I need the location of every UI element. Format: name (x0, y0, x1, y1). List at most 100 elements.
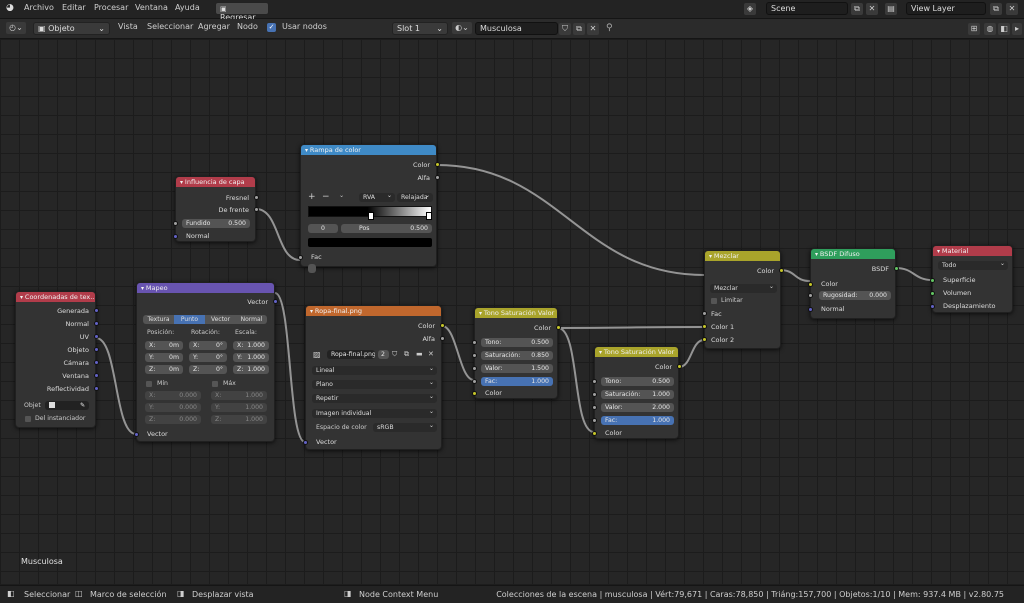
socket-reflectividad[interactable] (94, 386, 99, 391)
node-hue-saturation-2[interactable]: Tono Saturación Valor Color Tono: 0.500 S… (592, 346, 682, 439)
min-checkbox[interactable] (146, 381, 152, 387)
open-folder-icon[interactable]: ▬ (416, 350, 423, 358)
socket-color1-in[interactable] (702, 324, 707, 329)
node-header[interactable]: Mapeo (137, 283, 274, 293)
socket-objeto[interactable] (94, 347, 99, 352)
saturation-field[interactable]: Saturación: 0.850 (481, 351, 553, 360)
blend-type-dropdown[interactable]: Mezclar (710, 284, 777, 293)
interpolation-dropdown[interactable]: Relajada (397, 193, 433, 202)
socket-value-in[interactable] (592, 405, 597, 410)
socket-ventana[interactable] (94, 373, 99, 378)
scene-icon[interactable]: ◈ (744, 3, 756, 15)
position-z-field[interactable]: Z: 0m (145, 365, 183, 374)
slot-dropdown[interactable]: Slot 1 ⌄ (392, 22, 448, 35)
more-icon[interactable]: ▸ (1012, 23, 1022, 35)
overlay-icon[interactable]: ◍ (984, 23, 996, 35)
blend-field[interactable]: Fundido 0.500 (182, 219, 250, 228)
new-view-layer-icon[interactable]: ⧉ (990, 3, 1002, 15)
fake-user-shield-icon[interactable]: ⛉ (559, 23, 571, 35)
position-y-field[interactable]: Y: 0m (145, 353, 183, 362)
socket-saturation-in[interactable] (592, 392, 597, 397)
fake-user-shield-icon[interactable]: ⛉ (392, 350, 397, 359)
hue-field[interactable]: Tono: 0.500 (481, 338, 553, 347)
hue-field[interactable]: Tono: 0.500 (601, 377, 674, 386)
image-browse-icon[interactable]: ▨ (313, 350, 321, 359)
scale-z-field[interactable]: Z: 1.000 (233, 365, 269, 374)
scene-field[interactable]: Scene (766, 2, 848, 15)
socket-normal[interactable] (94, 321, 99, 326)
node-header[interactable]: Coordenadas de tex... (16, 292, 95, 302)
users-count[interactable]: 2 (378, 350, 389, 359)
node-canvas[interactable]: Coordenadas de tex... Generada Normal UV… (0, 39, 1024, 584)
node-mix[interactable]: Mezclar Color Mezclar Limitar Fac Color … (702, 250, 784, 349)
node-hue-saturation-1[interactable]: Tono Saturación Valor Color Tono: 0.500 S… (472, 307, 561, 399)
fac-field[interactable]: Fac: 1.000 (481, 377, 553, 386)
clamp-checkbox[interactable] (711, 298, 717, 304)
ramp-stop-handle[interactable] (426, 212, 432, 220)
socket-surface-in[interactable] (930, 278, 935, 283)
socket-alfa-out[interactable] (435, 175, 440, 180)
color-mode-dropdown[interactable]: RVA (359, 193, 395, 202)
node-texture-coordinate[interactable]: Coordenadas de tex... Generada Normal UV… (15, 291, 99, 428)
socket-color-out[interactable] (677, 364, 682, 369)
menu-archivo[interactable]: Archivo (24, 3, 54, 12)
node-header[interactable]: Tono Saturación Valor (595, 347, 678, 357)
socket-hue-in[interactable] (472, 340, 477, 345)
node-material-output[interactable]: Material Todo Superficie Volumen Desplaz… (930, 245, 1013, 313)
node-layer-weight[interactable]: Influencia de capa Fresnel De frente Fun… (173, 176, 259, 242)
node-header[interactable]: Mezclar (705, 251, 780, 261)
socket-generada[interactable] (94, 308, 99, 313)
socket-color-in[interactable] (808, 282, 813, 287)
menu-agregar[interactable]: Agregar (198, 22, 230, 31)
interpolation-dropdown[interactable]: Lineal (312, 366, 437, 375)
socket-displacement-in[interactable] (930, 304, 935, 309)
socket-fac-in[interactable] (298, 255, 303, 260)
extension-dropdown[interactable]: Repetir (312, 394, 437, 403)
socket-normal-in[interactable] (808, 307, 813, 312)
socket-fac-in[interactable] (472, 379, 477, 384)
menu-nodo[interactable]: Nodo (237, 22, 258, 31)
new-scene-icon[interactable]: ⧉ (851, 3, 863, 15)
material-name-field[interactable]: Musculosa (475, 22, 558, 35)
node-header[interactable]: Material (933, 246, 1012, 256)
socket-color-out[interactable] (556, 325, 561, 330)
node-header[interactable]: BSDF Difuso (811, 249, 895, 259)
socket-saturation-in[interactable] (472, 353, 477, 358)
unlink-material-icon[interactable]: ✕ (587, 23, 599, 35)
socket-color-in[interactable] (592, 431, 597, 436)
tab-vector[interactable]: Vector (205, 315, 236, 324)
menu-editar[interactable]: Editar (62, 3, 86, 12)
socket-blend[interactable] (173, 221, 178, 226)
max-checkbox[interactable] (212, 381, 218, 387)
duplicate-material-icon[interactable]: ⧉ (573, 23, 585, 35)
blender-logo-icon[interactable]: ◕ (6, 3, 14, 13)
socket-color-out[interactable] (435, 162, 440, 167)
socket-bsdf-out[interactable] (894, 266, 899, 271)
menu-seleccionar[interactable]: Seleccionar (147, 22, 193, 31)
menu-ventana[interactable]: Ventana (135, 3, 168, 12)
eyedropper-icon[interactable]: ✎ (80, 401, 85, 410)
colorspace-dropdown[interactable]: sRGB (373, 423, 437, 432)
socket-vector-in[interactable] (134, 432, 139, 437)
source-dropdown[interactable]: Imagen individual (312, 409, 437, 418)
socket-color-out[interactable] (779, 268, 784, 273)
material-browse-icon[interactable]: ◐⌄ (452, 22, 472, 34)
socket-color-in[interactable] (472, 391, 477, 396)
rotation-x-field[interactable]: X: 0° (189, 341, 227, 350)
node-mapping[interactable]: Mapeo Vector Textura Punto Vector Normal… (134, 282, 278, 442)
image-name-field[interactable]: Ropa-final.png (327, 350, 375, 359)
scale-x-field[interactable]: X: 1.000 (233, 341, 269, 350)
remove-stop-icon[interactable]: − (322, 192, 330, 202)
pin-icon[interactable]: ⚲ (606, 23, 613, 33)
socket-uv[interactable] (94, 334, 99, 339)
menu-vista[interactable]: Vista (118, 22, 138, 31)
node-diffuse-bsdf[interactable]: BSDF Difuso BSDF Color Rugosidad: 0.000 N… (808, 248, 899, 319)
node-header[interactable]: Ropa-final.png (306, 306, 441, 316)
scale-y-field[interactable]: Y: 1.000 (233, 353, 269, 362)
backdrop-icon[interactable]: ◧ (998, 23, 1010, 35)
editor-type-icon[interactable]: ◴⌄ (6, 22, 26, 34)
rotation-z-field[interactable]: Z: 0° (189, 365, 227, 374)
use-nodes-checkbox[interactable]: ✓ (267, 23, 276, 32)
node-color-ramp[interactable]: Rampa de color Color Alfa + − ⌄ RVA Rela… (298, 144, 440, 273)
socket-volume-in[interactable] (930, 291, 935, 296)
